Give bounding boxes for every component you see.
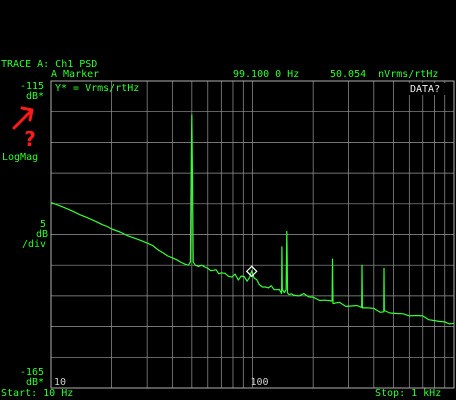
x-tick-label: 10 bbox=[54, 377, 66, 388]
annotation-arrow bbox=[12, 106, 34, 130]
data-flag: DATA? bbox=[410, 84, 440, 95]
units-caption: Y* = Vrms/rtHz bbox=[55, 83, 139, 94]
psd-chart: 10 100 ? Y* = Vrms/rtHz DATA? bbox=[12, 80, 455, 389]
x-tick-labels: 10 100 bbox=[54, 377, 269, 388]
annotation-question-mark: ? bbox=[24, 127, 36, 151]
x-tick-label: 100 bbox=[251, 377, 269, 388]
chart-grid bbox=[51, 81, 454, 388]
